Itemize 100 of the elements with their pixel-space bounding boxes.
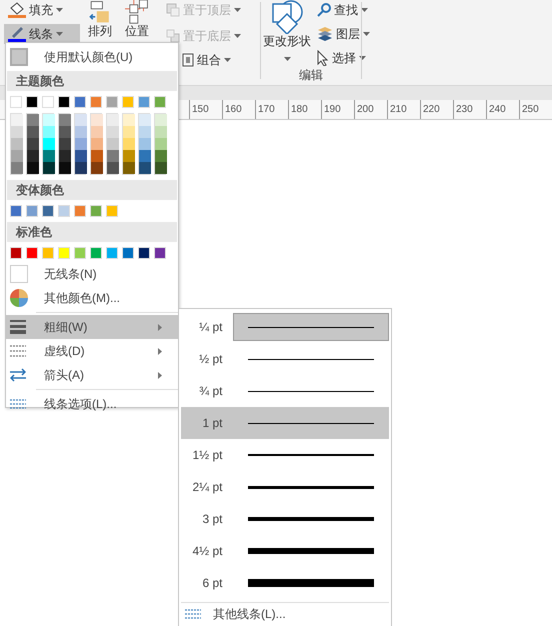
color-swatch[interactable] — [139, 162, 151, 174]
color-swatch[interactable] — [59, 138, 71, 150]
color-swatch[interactable] — [42, 205, 54, 217]
color-swatch[interactable] — [91, 126, 103, 138]
color-swatch[interactable] — [42, 247, 54, 259]
menu-item[interactable]: 线条选项(L)... — [6, 392, 178, 416]
color-swatch[interactable] — [75, 162, 87, 174]
color-swatch[interactable] — [123, 162, 135, 174]
line-weight-option[interactable]: ½ pt — [181, 343, 389, 375]
line-weight-option[interactable]: 6 pt — [181, 567, 389, 599]
color-swatch[interactable] — [139, 126, 151, 138]
color-swatch[interactable] — [11, 138, 23, 150]
color-swatch[interactable] — [43, 138, 55, 150]
color-swatch[interactable] — [138, 96, 150, 108]
menu-item[interactable]: 粗细(W) — [6, 315, 178, 339]
color-swatch[interactable] — [59, 162, 71, 174]
color-swatch[interactable] — [107, 150, 119, 162]
color-swatch[interactable] — [11, 114, 23, 126]
color-swatch[interactable] — [154, 247, 166, 259]
color-swatch[interactable] — [155, 138, 167, 150]
line-weight-option[interactable]: ¾ pt — [181, 375, 389, 407]
menu-item[interactable]: 使用默认颜色(U) — [6, 45, 178, 69]
line-weight-option[interactable]: 1 pt — [181, 407, 389, 439]
color-swatch[interactable] — [75, 150, 87, 162]
color-swatch[interactable] — [106, 205, 118, 217]
color-swatch[interactable] — [58, 96, 70, 108]
color-swatch[interactable] — [107, 126, 119, 138]
color-swatch[interactable] — [107, 114, 119, 126]
color-swatch[interactable] — [155, 126, 167, 138]
color-swatch[interactable] — [11, 126, 23, 138]
menu-item[interactable]: 箭头(A) — [6, 363, 178, 387]
color-swatch[interactable] — [58, 205, 70, 217]
color-swatch[interactable] — [75, 126, 87, 138]
color-swatch[interactable] — [43, 126, 55, 138]
menu-item[interactable]: 无线条(N) — [6, 262, 178, 286]
line-weight-option[interactable]: ¼ pt — [181, 311, 389, 343]
color-swatch[interactable] — [91, 162, 103, 174]
color-swatch[interactable] — [154, 96, 166, 108]
ribbon-button[interactable]: 排列 — [84, 0, 116, 38]
color-swatch[interactable] — [91, 150, 103, 162]
ribbon-button[interactable]: 图层 — [313, 24, 374, 44]
ribbon-button[interactable]: 选择 — [313, 48, 374, 68]
ribbon-button[interactable]: 位置 — [120, 0, 154, 38]
color-swatch[interactable] — [90, 247, 102, 259]
color-swatch[interactable] — [43, 114, 55, 126]
menu-item[interactable]: 其他颜色(M)... — [6, 286, 178, 310]
color-swatch[interactable] — [10, 205, 22, 217]
color-swatch[interactable] — [155, 150, 167, 162]
color-swatch[interactable] — [91, 138, 103, 150]
color-swatch[interactable] — [43, 150, 55, 162]
ribbon-button[interactable]: 组合 — [178, 50, 245, 70]
color-swatch[interactable] — [59, 150, 71, 162]
color-swatch[interactable] — [91, 114, 103, 126]
color-swatch[interactable] — [74, 96, 86, 108]
color-swatch[interactable] — [27, 162, 39, 174]
color-swatch[interactable] — [106, 96, 118, 108]
color-swatch[interactable] — [107, 138, 119, 150]
color-swatch[interactable] — [138, 247, 150, 259]
line-weight-option[interactable]: 4½ pt — [181, 535, 389, 567]
color-swatch[interactable] — [123, 150, 135, 162]
ribbon-button[interactable]: 查找 — [313, 0, 374, 20]
color-swatch[interactable] — [139, 150, 151, 162]
color-swatch[interactable] — [10, 247, 22, 259]
color-swatch[interactable] — [42, 96, 54, 108]
color-swatch[interactable] — [139, 138, 151, 150]
line-weight-option[interactable]: 3 pt — [181, 503, 389, 535]
color-swatch[interactable] — [43, 162, 55, 174]
color-swatch[interactable] — [26, 247, 38, 259]
color-swatch[interactable] — [90, 96, 102, 108]
color-swatch[interactable] — [27, 138, 39, 150]
color-swatch[interactable] — [123, 138, 135, 150]
color-swatch[interactable] — [123, 114, 135, 126]
color-swatch[interactable] — [11, 150, 23, 162]
color-swatch[interactable] — [26, 205, 38, 217]
menu-item[interactable]: 虚线(D) — [6, 339, 178, 363]
ribbon-button[interactable]: 填充 — [4, 0, 80, 20]
color-swatch[interactable] — [155, 114, 167, 126]
color-swatch[interactable] — [139, 114, 151, 126]
color-swatch[interactable] — [27, 126, 39, 138]
line-weight-option[interactable]: 1½ pt — [181, 439, 389, 471]
color-swatch[interactable] — [74, 205, 86, 217]
color-swatch[interactable] — [10, 96, 22, 108]
color-swatch[interactable] — [58, 247, 70, 259]
color-swatch[interactable] — [27, 114, 39, 126]
change-shape-button[interactable]: 更改形状 — [261, 0, 313, 64]
color-swatch[interactable] — [122, 96, 134, 108]
color-swatch[interactable] — [11, 162, 23, 174]
color-swatch[interactable] — [122, 247, 134, 259]
menu-item[interactable]: 其他线条(L)... — [181, 604, 389, 624]
color-swatch[interactable] — [107, 162, 119, 174]
color-swatch[interactable] — [75, 138, 87, 150]
color-swatch[interactable] — [74, 247, 86, 259]
line-weight-option[interactable]: 2¼ pt — [181, 471, 389, 503]
ribbon-button[interactable]: 线条 — [4, 24, 80, 44]
color-swatch[interactable] — [155, 162, 167, 174]
color-swatch[interactable] — [59, 114, 71, 126]
color-swatch[interactable] — [90, 205, 102, 217]
color-swatch[interactable] — [27, 150, 39, 162]
color-swatch[interactable] — [59, 126, 71, 138]
color-swatch[interactable] — [106, 247, 118, 259]
